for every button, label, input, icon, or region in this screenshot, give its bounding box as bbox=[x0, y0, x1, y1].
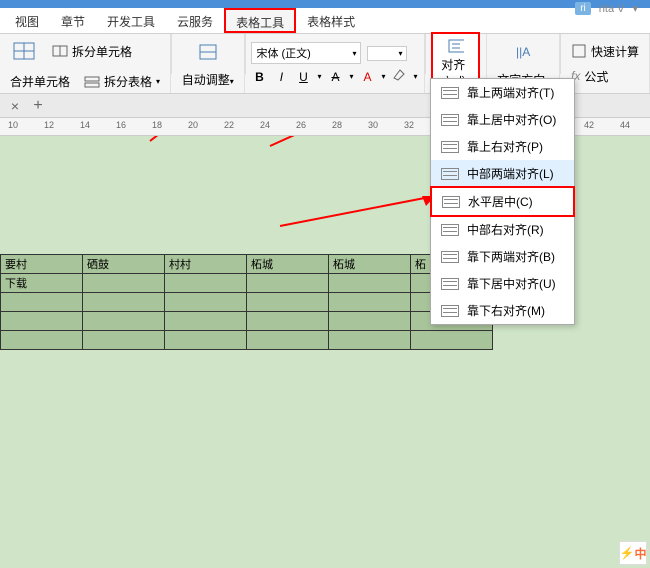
align-dropdown: 靠上两端对齐(T) 靠上居中对齐(O) 靠上右对齐(P) 中部两端对齐(L) 水平居中(… bbox=[430, 78, 575, 325]
font-size-select[interactable]: ▾ bbox=[367, 46, 407, 61]
ruler-mark: 32 bbox=[404, 120, 414, 130]
align-option-label: 中部两端对齐(L) bbox=[467, 165, 554, 182]
auto-adjust-button[interactable]: 自动调整▾ bbox=[178, 37, 238, 90]
align-icon bbox=[448, 38, 464, 54]
svg-text:||A: ||A bbox=[516, 45, 530, 59]
ruler-mark: 24 bbox=[260, 120, 270, 130]
chevron-down-icon: ▾ bbox=[156, 77, 160, 86]
align-option-icon bbox=[441, 87, 459, 99]
tab-table-tools[interactable]: 表格工具 bbox=[224, 8, 296, 33]
ruler-mark: 42 bbox=[584, 120, 594, 130]
user-name: rita V bbox=[599, 3, 625, 15]
align-option[interactable]: 靠下居中对齐(U) bbox=[431, 270, 574, 297]
document-table[interactable]: 要村 硒鼓 村村 柘城 柘城 柘 下载 bbox=[0, 254, 493, 350]
table-row bbox=[1, 312, 493, 331]
ruler-mark: 16 bbox=[116, 120, 126, 130]
align-option[interactable]: 靠下两端对齐(B) bbox=[431, 243, 574, 270]
ruler-mark: 26 bbox=[296, 120, 306, 130]
tab-bar: 视图 章节 开发工具 云服务 表格工具 表格样式 bbox=[0, 8, 650, 34]
annotation-arrow bbox=[270, 186, 450, 241]
tab-chapter[interactable]: 章节 bbox=[50, 8, 96, 33]
underline-button[interactable]: U bbox=[295, 70, 311, 84]
table-row: 下载 bbox=[1, 274, 493, 293]
ruler-mark: 22 bbox=[224, 120, 234, 130]
table-row bbox=[1, 293, 493, 312]
align-option[interactable]: 水平居中(C) bbox=[430, 186, 575, 217]
align-option-icon bbox=[441, 251, 459, 263]
align-option-label: 靠上居中对齐(O) bbox=[467, 111, 556, 128]
split-table-button[interactable]: 拆分表格▾ bbox=[80, 71, 164, 92]
align-option-label: 靠上两端对齐(T) bbox=[467, 84, 554, 101]
align-option-icon bbox=[441, 114, 459, 126]
highlight-button[interactable] bbox=[392, 68, 408, 85]
tab-view[interactable]: 视图 bbox=[4, 8, 50, 33]
table-cell[interactable]: 下载 bbox=[1, 274, 83, 293]
split-table-icon bbox=[84, 74, 100, 90]
align-option-label: 中部右对齐(R) bbox=[467, 221, 544, 238]
ruler-mark: 14 bbox=[80, 120, 90, 130]
table-icon bbox=[10, 37, 38, 65]
font-color-button[interactable]: A bbox=[359, 70, 375, 84]
text-direction-icon: ||A bbox=[509, 39, 537, 67]
table-cell[interactable]: 要村 bbox=[1, 255, 83, 274]
ruler-mark: 10 bbox=[8, 120, 18, 130]
table-cell[interactable]: 硒鼓 bbox=[83, 255, 165, 274]
align-option-icon bbox=[441, 305, 459, 317]
ruler-mark: 28 bbox=[332, 120, 342, 130]
tab-devtools[interactable]: 开发工具 bbox=[96, 8, 166, 33]
annotation-arrow bbox=[260, 136, 440, 161]
align-option-label: 水平居中(C) bbox=[468, 193, 533, 210]
ruler-mark: 20 bbox=[188, 120, 198, 130]
align-option-label: 靠下居中对齐(U) bbox=[467, 275, 556, 292]
split-cell-icon bbox=[52, 43, 68, 59]
merge-cell-button[interactable]: 合并单元格 bbox=[6, 71, 74, 92]
tab-table-style[interactable]: 表格样式 bbox=[296, 8, 366, 33]
ruler-mark: 44 bbox=[620, 120, 630, 130]
align-option[interactable]: 靠上右对齐(P) bbox=[431, 133, 574, 160]
align-option-icon bbox=[441, 224, 459, 236]
table-row: 要村 硒鼓 村村 柘城 柘城 柘 bbox=[1, 255, 493, 274]
align-option-label: 靠上右对齐(P) bbox=[467, 138, 543, 155]
ruler-mark: 30 bbox=[368, 120, 378, 130]
add-tab-button[interactable]: + bbox=[28, 96, 48, 116]
align-option[interactable]: 靠上居中对齐(O) bbox=[431, 106, 574, 133]
table-cell[interactable]: 柘城 bbox=[329, 255, 411, 274]
table-cell[interactable]: 村村 bbox=[165, 255, 247, 274]
table-row bbox=[1, 331, 493, 350]
align-option[interactable]: 中部右对齐(R) bbox=[431, 216, 574, 243]
align-option-icon bbox=[441, 168, 459, 180]
split-cell-button[interactable]: 拆分单元格 bbox=[48, 41, 136, 62]
strikethrough-button[interactable]: A bbox=[327, 70, 343, 84]
align-option-icon bbox=[441, 141, 459, 153]
tab-cloud[interactable]: 云服务 bbox=[166, 8, 224, 33]
title-bar bbox=[0, 0, 650, 8]
align-option[interactable]: 中部两端对齐(L) bbox=[431, 160, 574, 187]
align-option-icon bbox=[442, 196, 460, 208]
font-name-select[interactable]: 宋体 (正文)▾ bbox=[251, 42, 361, 64]
close-tab-button[interactable]: × bbox=[8, 99, 22, 113]
user-badge: ri bbox=[575, 2, 591, 15]
align-option-label: 靠下右对齐(M) bbox=[467, 302, 545, 319]
quick-calc-button[interactable]: 快速计算 bbox=[567, 41, 643, 62]
italic-button[interactable]: I bbox=[273, 70, 289, 84]
ruler-mark: 12 bbox=[44, 120, 54, 130]
align-option[interactable]: 靠上两端对齐(T) bbox=[431, 79, 574, 106]
user-dropdown-icon[interactable]: ▾ bbox=[632, 2, 638, 15]
insert-table-button[interactable] bbox=[6, 35, 42, 67]
table-cell[interactable]: 柘城 bbox=[247, 255, 329, 274]
corner-badge[interactable]: ⚡中 bbox=[619, 541, 647, 565]
align-option-label: 靠下两端对齐(B) bbox=[467, 248, 555, 265]
align-option-icon bbox=[441, 278, 459, 290]
ruler-mark: 18 bbox=[152, 120, 162, 130]
calc-icon bbox=[571, 43, 587, 59]
auto-adjust-icon bbox=[194, 39, 222, 67]
align-option[interactable]: 靠下右对齐(M) bbox=[431, 297, 574, 324]
bold-button[interactable]: B bbox=[251, 70, 267, 84]
